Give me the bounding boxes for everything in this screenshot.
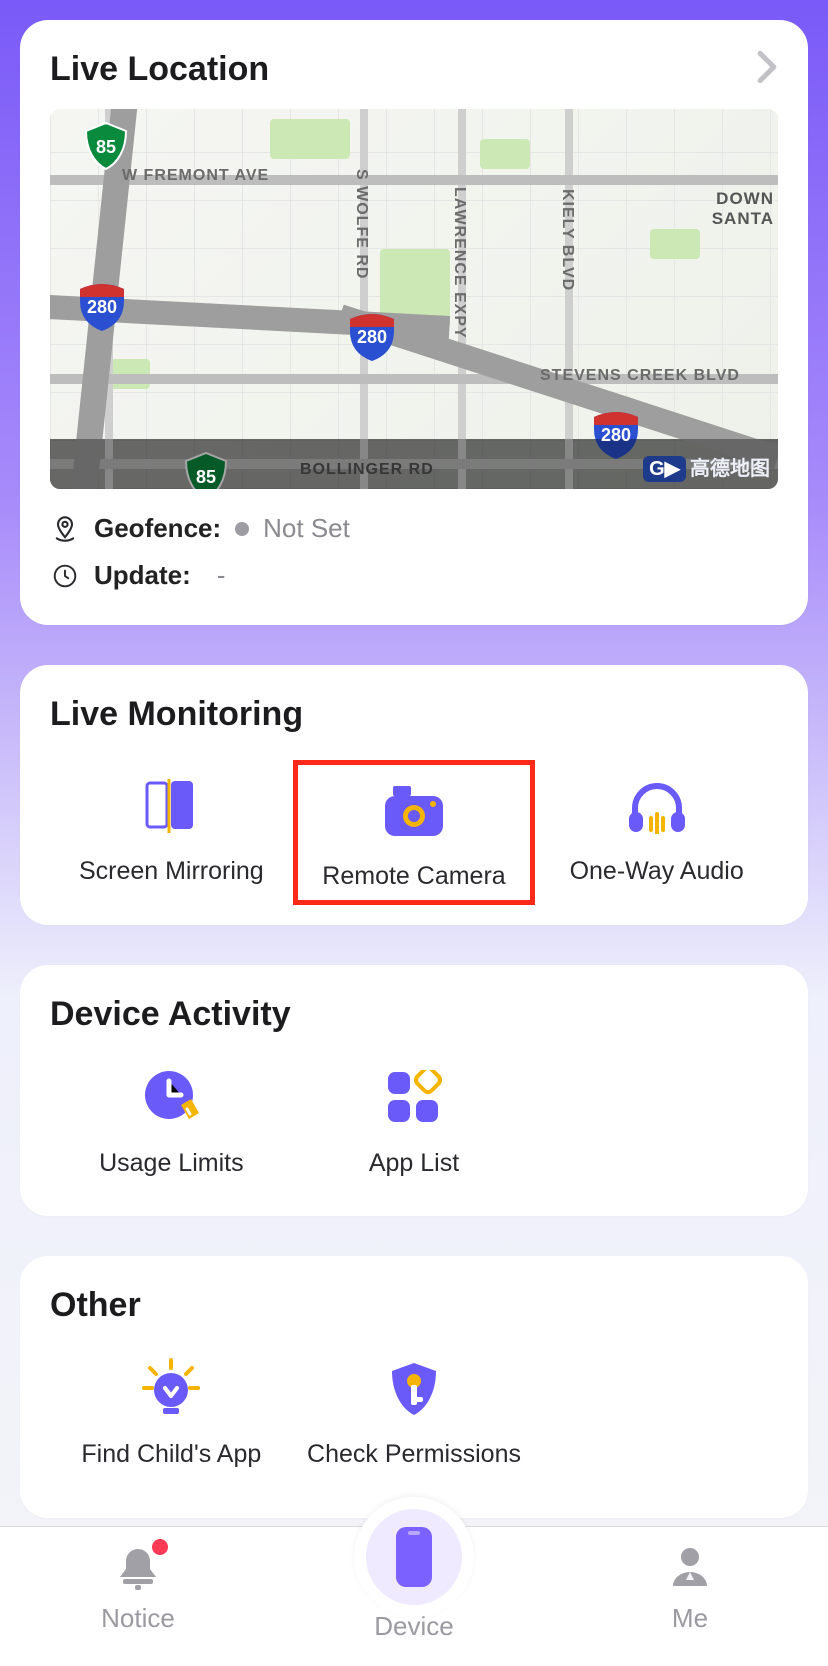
update-label: Update: — [94, 560, 191, 591]
usage-limits-label: Usage Limits — [99, 1148, 244, 1179]
app-list-tile[interactable]: App List — [293, 1052, 536, 1187]
activity-empty-slot — [535, 1052, 778, 1187]
device-activity-card: Device Activity Usage Limits — [20, 965, 808, 1215]
location-pin-icon — [50, 514, 80, 544]
road-stevens: STEVENS CREEK BLVD — [540, 367, 740, 385]
lightbulb-icon — [139, 1357, 203, 1421]
apps-grid-icon — [382, 1066, 446, 1130]
route-shield-85: 85 — [80, 119, 132, 171]
geofence-label: Geofence: — [94, 513, 221, 544]
i280-label-a: 280 — [87, 297, 117, 318]
road-kiely: KIELY BLVD — [558, 189, 576, 291]
route-85-label-b: 85 — [196, 467, 216, 488]
remote-camera-label: Remote Camera — [322, 861, 505, 892]
i280-label-b: 280 — [357, 327, 387, 348]
map-text-santa: SANTA — [712, 209, 774, 229]
live-location-title: Live Location — [50, 50, 269, 89]
tab-me[interactable]: Me — [553, 1541, 826, 1634]
device-fab[interactable] — [354, 1497, 474, 1617]
find-childs-app-label: Find Child's App — [81, 1439, 261, 1470]
screen-mirroring-tile[interactable]: Screen Mirroring — [50, 760, 293, 905]
tab-notice-label: Notice — [101, 1603, 175, 1634]
live-monitoring-title: Live Monitoring — [50, 695, 778, 734]
phone-icon — [394, 1525, 434, 1589]
one-way-audio-label: One-Way Audio — [570, 856, 744, 887]
one-way-audio-tile[interactable]: One-Way Audio — [535, 760, 778, 905]
headphones-icon — [625, 774, 689, 838]
road-swolfe: S WOLFE RD — [352, 169, 370, 279]
chevron-right-icon — [756, 50, 778, 89]
person-icon — [664, 1541, 716, 1593]
update-value: - — [217, 560, 226, 591]
find-childs-app-tile[interactable]: Find Child's App — [50, 1343, 293, 1478]
tab-notice[interactable]: Notice — [1, 1541, 274, 1634]
other-title: Other — [50, 1286, 778, 1325]
status-dot-icon — [235, 522, 249, 536]
map-preview[interactable]: 85 280 280 280 85 — [50, 109, 778, 489]
live-location-header[interactable]: Live Location — [50, 50, 778, 89]
screen-mirroring-label: Screen Mirroring — [79, 856, 264, 887]
check-permissions-tile[interactable]: Check Permissions — [293, 1343, 536, 1478]
app-list-label: App List — [369, 1148, 459, 1179]
tab-device[interactable]: Device — [277, 1541, 550, 1642]
shield-key-icon — [382, 1357, 446, 1421]
remote-camera-tile[interactable]: Remote Camera — [293, 760, 536, 905]
bell-icon — [112, 1541, 164, 1593]
live-location-card: Live Location — [20, 20, 808, 625]
road-lawrence: LAWRENCE EXPY — [450, 187, 468, 339]
map-text-down: DOWN — [716, 189, 774, 209]
live-monitoring-card: Live Monitoring Screen Mirroring — [20, 665, 808, 925]
tab-me-label: Me — [672, 1603, 708, 1634]
geofence-value: Not Set — [263, 513, 350, 544]
update-row: Update: - — [50, 560, 778, 591]
interstate-shield-280-b: 280 — [346, 309, 398, 361]
notification-badge — [152, 1539, 168, 1555]
route-85-label: 85 — [96, 137, 116, 158]
usage-limits-icon — [139, 1066, 203, 1130]
other-card: Other — [20, 1256, 808, 1518]
amap-text: 高德地图 — [690, 458, 770, 480]
check-permissions-label: Check Permissions — [307, 1439, 521, 1470]
amap-logo: G▶ — [643, 456, 686, 482]
i280-label-c: 280 — [601, 425, 631, 446]
geofence-row: Geofence: Not Set — [50, 513, 778, 544]
other-empty-slot — [535, 1343, 778, 1478]
road-fremont: W FREMONT AVE — [122, 167, 269, 185]
usage-limits-tile[interactable]: Usage Limits — [50, 1052, 293, 1187]
interstate-shield-280-a: 280 — [76, 279, 128, 331]
map-attribution: G▶高德地图 — [643, 452, 770, 481]
device-activity-title: Device Activity — [50, 995, 778, 1034]
screen-mirroring-icon — [139, 774, 203, 838]
clock-icon — [50, 561, 80, 591]
tab-bar: Notice Device — [0, 1526, 828, 1666]
camera-icon — [382, 779, 446, 843]
